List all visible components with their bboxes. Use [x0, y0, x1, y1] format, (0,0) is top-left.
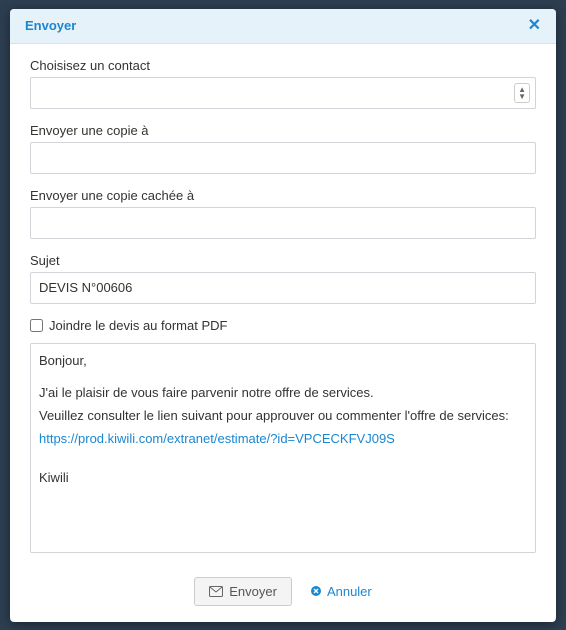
subject-label: Sujet [30, 253, 536, 268]
bcc-input[interactable] [30, 207, 536, 239]
attach-pdf-checkbox[interactable] [30, 319, 43, 332]
message-link[interactable]: https://prod.kiwili.com/extranet/estimat… [39, 431, 395, 446]
bcc-label: Envoyer une copie cachée à [30, 188, 536, 203]
subject-input[interactable] [30, 272, 536, 304]
dialog-header: Envoyer ✕ [10, 9, 556, 44]
message-greeting: Bonjour, [39, 352, 527, 371]
close-icon: ✕ [528, 17, 541, 34]
contact-group: Choisisez un contact ▲▼ [30, 58, 536, 109]
contact-select-wrap: ▲▼ [30, 77, 536, 109]
bcc-group: Envoyer une copie cachée à [30, 188, 536, 239]
send-dialog: Envoyer ✕ Choisisez un contact ▲▼ Envoye… [10, 9, 556, 622]
message-body[interactable]: Bonjour, J'ai le plaisir de vous faire p… [30, 343, 536, 553]
cancel-icon [310, 585, 322, 597]
message-signature: Kiwili [39, 469, 527, 488]
attach-pdf-row: Joindre le devis au format PDF [30, 318, 536, 333]
message-line2: Veuillez consulter le lien suivant pour … [39, 407, 527, 426]
envelope-icon [209, 586, 223, 597]
subject-group: Sujet [30, 253, 536, 304]
attach-pdf-label[interactable]: Joindre le devis au format PDF [49, 318, 227, 333]
cc-input[interactable] [30, 142, 536, 174]
dialog-title: Envoyer [25, 18, 76, 33]
dialog-footer: Envoyer Annuler [10, 563, 556, 622]
send-button-label: Envoyer [229, 584, 277, 599]
cc-group: Envoyer une copie à [30, 123, 536, 174]
cancel-button-label: Annuler [327, 584, 372, 599]
cancel-button[interactable]: Annuler [310, 584, 372, 599]
close-button[interactable]: ✕ [528, 18, 541, 34]
select-caret-icon[interactable]: ▲▼ [514, 83, 530, 103]
message-line1: J'ai le plaisir de vous faire parvenir n… [39, 384, 527, 403]
dialog-body: Choisisez un contact ▲▼ Envoyer une copi… [10, 44, 556, 563]
contact-label: Choisisez un contact [30, 58, 536, 73]
contact-select[interactable] [30, 77, 536, 109]
send-button[interactable]: Envoyer [194, 577, 292, 606]
cc-label: Envoyer une copie à [30, 123, 536, 138]
